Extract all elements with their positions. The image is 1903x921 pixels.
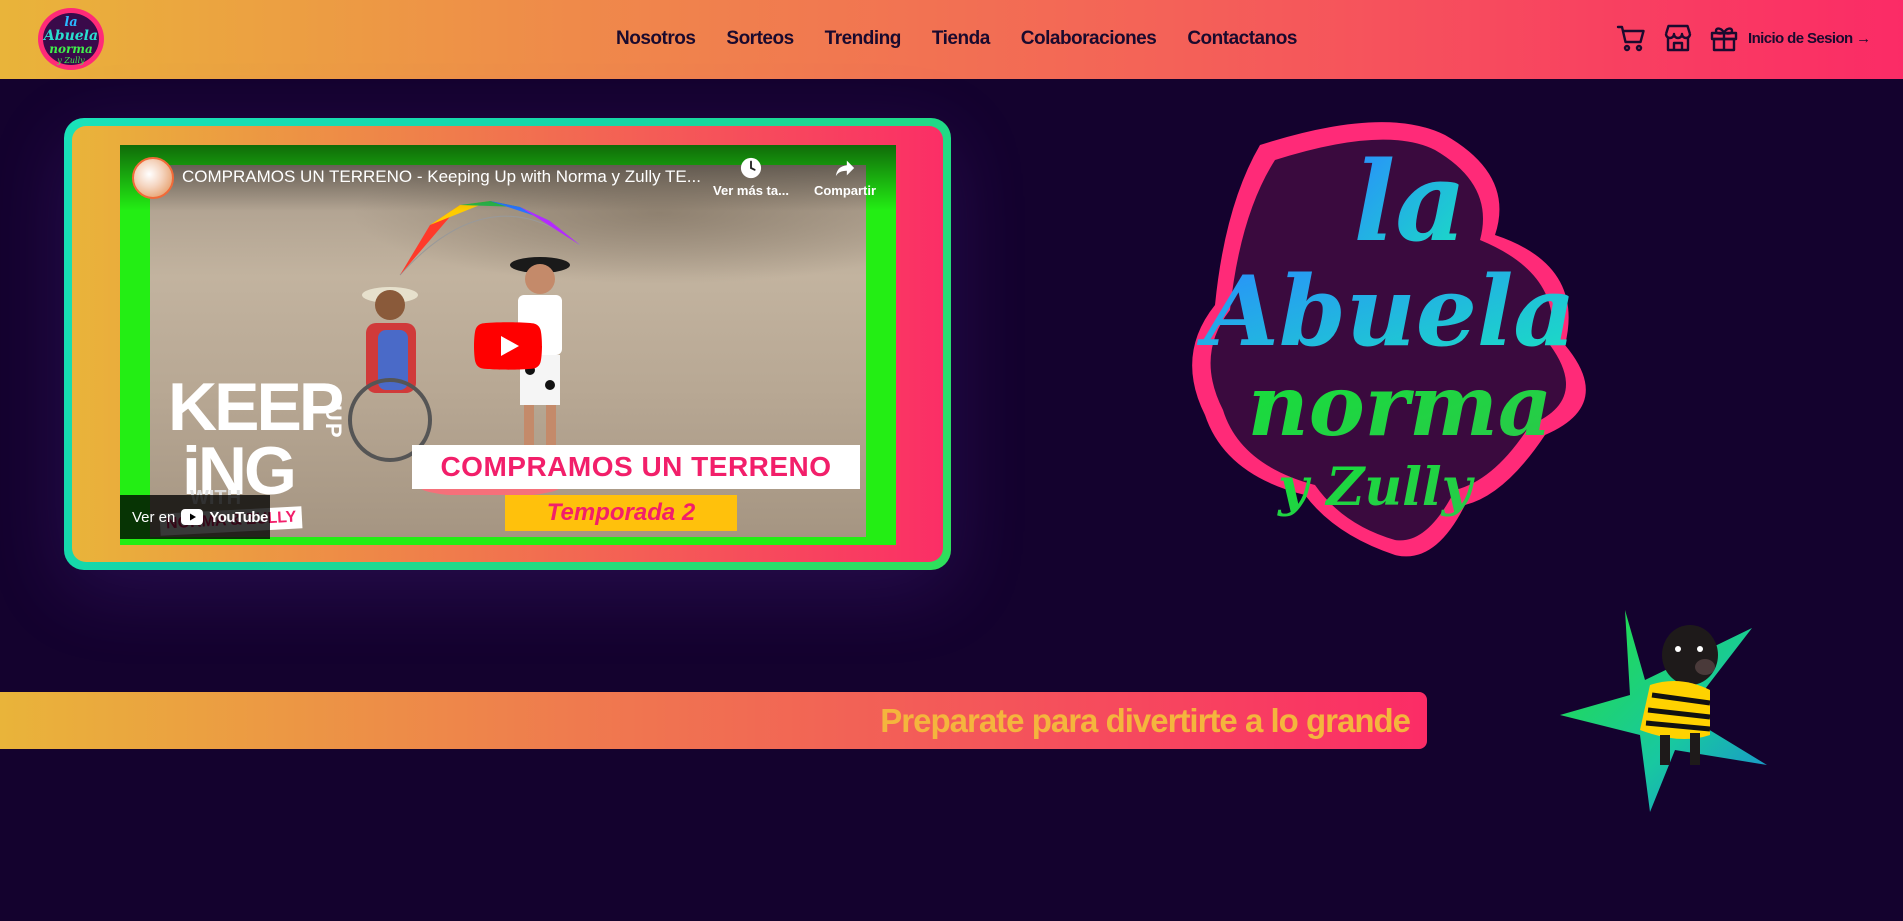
nav-tienda[interactable]: Tienda bbox=[932, 28, 990, 50]
watch-on-youtube[interactable]: Ver en YouTube bbox=[120, 495, 270, 539]
brand-logo-small[interactable]: la Abuela norma y Zully bbox=[36, 4, 106, 74]
nav-sorteos[interactable]: Sorteos bbox=[726, 28, 794, 50]
thumb-headline: COMPRAMOS UN TERRENO bbox=[412, 445, 860, 489]
share-button[interactable]: Compartir bbox=[800, 157, 890, 198]
clock-icon bbox=[740, 157, 762, 179]
svg-text:norma: norma bbox=[49, 42, 93, 56]
svg-text:la: la bbox=[1353, 137, 1466, 266]
youtube-embed[interactable]: KEEP iNG UP WITH NORMA & ZULLY COMPRAMOS… bbox=[120, 145, 896, 545]
watch-on-label: Ver en bbox=[132, 508, 176, 526]
youtube-logo-icon bbox=[181, 509, 204, 525]
watch-later-button[interactable]: Ver más ta... bbox=[706, 157, 796, 198]
youtube-top-bar: COMPRAMOS UN TERRENO - Keeping Up with N… bbox=[120, 145, 896, 211]
nav-colaboraciones[interactable]: Colaboraciones bbox=[1021, 28, 1157, 50]
tagline-text: Preparate para divertirte a lo grande bbox=[880, 702, 1411, 739]
nav-trending[interactable]: Trending bbox=[825, 28, 902, 50]
login-link[interactable]: Inicio de Sesion → bbox=[1748, 30, 1871, 47]
nav-contactanos[interactable]: Contactanos bbox=[1187, 28, 1297, 50]
channel-avatar[interactable] bbox=[132, 157, 174, 199]
brand-logo-large: la Abuela norma y Zully bbox=[1192, 122, 1586, 557]
main-nav: Nosotros Sorteos Trending Tienda Colabor… bbox=[616, 28, 1297, 50]
share-icon bbox=[835, 160, 855, 177]
play-button[interactable] bbox=[474, 322, 542, 370]
store-icon[interactable] bbox=[1662, 22, 1694, 54]
header-icons bbox=[1616, 22, 1740, 54]
cart-icon[interactable] bbox=[1616, 22, 1648, 54]
gift-icon[interactable] bbox=[1708, 22, 1740, 54]
tagline-band: Preparate para divertirte a lo grande bbox=[0, 692, 1427, 749]
svg-text:y Zully: y Zully bbox=[56, 56, 85, 65]
dog-star-mascot bbox=[1560, 610, 1767, 812]
nav-nosotros[interactable]: Nosotros bbox=[616, 28, 696, 50]
video-title[interactable]: COMPRAMOS UN TERRENO - Keeping Up with N… bbox=[182, 167, 702, 187]
svg-text:norma: norma bbox=[1248, 356, 1553, 455]
keeping-up-logo: KEEP iNG bbox=[168, 369, 344, 509]
svg-text:Abuela: Abuela bbox=[1196, 255, 1575, 368]
thumb-up-text: UP bbox=[321, 405, 346, 440]
thumb-season: Temporada 2 bbox=[505, 495, 737, 531]
svg-text:y Zully: y Zully bbox=[1277, 457, 1476, 518]
site-header: la Abuela norma y Zully Nosotros Sorteos… bbox=[0, 0, 1903, 79]
youtube-wordmark: YouTube bbox=[209, 508, 268, 526]
